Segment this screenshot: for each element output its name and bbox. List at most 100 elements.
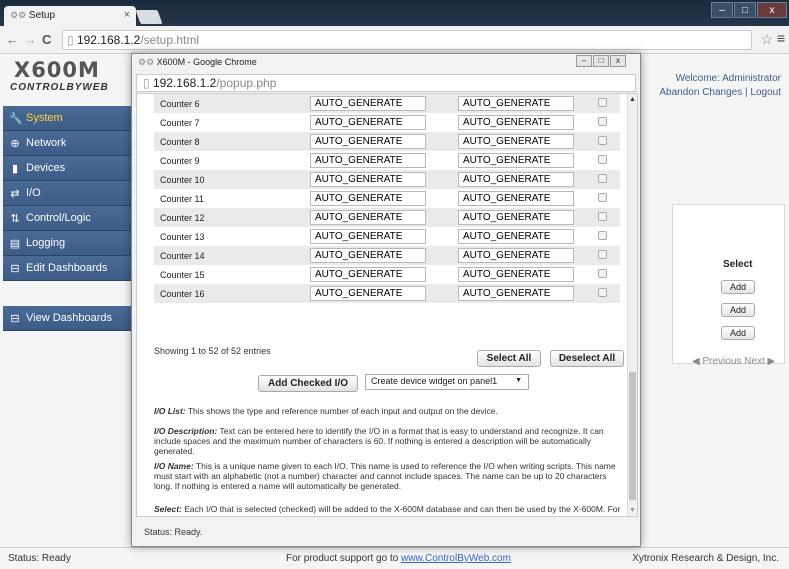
io-description-cell [304, 170, 452, 189]
forward-button[interactable]: → [24, 32, 37, 47]
minimize-button[interactable]: – [711, 2, 733, 18]
maximize-button[interactable]: □ [734, 2, 756, 18]
previous-link[interactable]: Previous [702, 356, 741, 367]
next-link[interactable]: Next [744, 356, 765, 367]
io-description-input[interactable] [310, 210, 426, 225]
select-column-header: Select [723, 259, 753, 270]
scroll-down-icon[interactable]: ▼ [629, 507, 636, 514]
popup-minimize-button[interactable]: – [576, 55, 592, 67]
io-name-cell [452, 94, 592, 113]
scroll-up-icon[interactable]: ▲ [629, 96, 636, 103]
io-name-input[interactable] [458, 267, 574, 282]
io-description-input[interactable] [310, 267, 426, 282]
add-button[interactable]: Add [721, 303, 755, 317]
close-window-button[interactable]: x [757, 2, 787, 18]
select-checkbox[interactable] [598, 212, 607, 221]
io-description-input[interactable] [310, 286, 426, 301]
popup-maximize-button[interactable]: □ [593, 55, 609, 67]
select-checkbox[interactable] [598, 250, 607, 259]
io-description-cell [304, 265, 452, 284]
io-name-cell [452, 246, 592, 265]
select-checkbox[interactable] [598, 155, 607, 164]
table-row: Counter 12 [154, 208, 620, 227]
io-list-cell: Counter 9 [154, 151, 304, 170]
logo-main: X600M [14, 58, 100, 82]
add-button[interactable]: Add [721, 326, 755, 340]
add-checked-io-button[interactable]: Add Checked I/O [258, 375, 358, 392]
io-description-input[interactable] [310, 153, 426, 168]
help-io-name: I/O Name: This is a unique name given to… [154, 461, 624, 491]
popup-close-button[interactable]: x [610, 55, 626, 67]
io-description-input[interactable] [310, 191, 426, 206]
sidebar-item-label: Control/Logic [26, 212, 91, 224]
tab-title: Setup [28, 10, 56, 21]
io-name-input[interactable] [458, 134, 574, 149]
sidebar-item-view-dashboards[interactable]: ⊟ View Dashboards [3, 306, 131, 331]
sidebar-item-label: Network [26, 137, 67, 149]
io-description-input[interactable] [310, 134, 426, 149]
io-name-cell [452, 132, 592, 151]
popup-address-bar[interactable]: ▯ 192.168.1.2/popup.php [136, 74, 636, 92]
select-checkbox[interactable] [598, 231, 607, 240]
sidebar-item-io[interactable]: ⇄ I/O [3, 181, 131, 206]
select-checkbox[interactable] [598, 136, 607, 145]
io-list-name: Counter 8 [160, 136, 200, 147]
help-title: I/O Description: [154, 426, 218, 436]
select-checkbox[interactable] [598, 193, 607, 202]
io-description-input[interactable] [310, 248, 426, 263]
io-name-cell [452, 113, 592, 132]
io-description-input[interactable] [310, 115, 426, 130]
chrome-menu-icon[interactable]: ≡ [777, 30, 785, 46]
sidebar-item-logging[interactable]: ▤ Logging [3, 231, 131, 256]
select-checkbox[interactable] [598, 98, 607, 107]
io-name-input[interactable] [458, 153, 574, 168]
back-button[interactable]: ← [6, 32, 19, 47]
browser-tab[interactable]: ⚙⚙ Setup × [4, 6, 136, 26]
table-row: Counter 7 [154, 113, 620, 132]
deselect-all-button[interactable]: Deselect All [550, 350, 624, 367]
io-name-input[interactable] [458, 96, 574, 111]
popup-scrollbar[interactable]: ▲ ▼ [627, 94, 637, 516]
select-checkbox[interactable] [598, 288, 607, 297]
io-name-input[interactable] [458, 229, 574, 244]
sidebar-item-control-logic[interactable]: ⇅ Control/Logic [3, 206, 131, 231]
tab-close-icon[interactable]: × [124, 9, 130, 21]
sidebar-item-network[interactable]: ⊕ Network [3, 131, 131, 156]
select-cell [592, 151, 620, 170]
sidebar-item-edit-dashboards[interactable]: ⊟ Edit Dashboards [3, 256, 131, 281]
io-name-cell [452, 151, 592, 170]
io-list-cell: Counter 15 [154, 265, 304, 284]
help-text: This is a unique name given to each I/O.… [154, 461, 616, 491]
io-description-input[interactable] [310, 172, 426, 187]
table-row: Counter 10 [154, 170, 620, 189]
io-description-input[interactable] [310, 229, 426, 244]
bookmark-star-icon[interactable]: ☆ [760, 31, 773, 48]
select-checkbox[interactable] [598, 174, 607, 183]
io-name-input[interactable] [458, 248, 574, 263]
help-io-list: I/O List: This shows the type and refere… [154, 406, 624, 416]
select-checkbox[interactable] [598, 117, 607, 126]
select-all-button[interactable]: Select All [477, 350, 541, 367]
io-name-input[interactable] [458, 191, 574, 206]
io-name-input[interactable] [458, 172, 574, 187]
dashboard-icon: ⊟ [10, 262, 20, 275]
scrollbar-thumb[interactable] [629, 372, 636, 500]
help-title: I/O Name: [154, 461, 194, 471]
sidebar-item-devices[interactable]: ▮ Devices [3, 156, 131, 181]
sidebar-item-system[interactable]: 🔧 System [3, 106, 131, 131]
io-name-input[interactable] [458, 115, 574, 130]
io-list-name: Counter 6 [160, 98, 200, 109]
address-bar[interactable]: ▯ 192.168.1.2/setup.html [62, 30, 752, 50]
select-checkbox[interactable] [598, 269, 607, 278]
io-name-input[interactable] [458, 210, 574, 225]
io-description-input[interactable] [310, 96, 426, 111]
io-name-input[interactable] [458, 286, 574, 301]
support-link[interactable]: www.ControlByWeb.com [401, 553, 511, 564]
new-tab-button[interactable] [135, 10, 163, 24]
logout-link[interactable]: Logout [750, 87, 781, 98]
popup-status: Status: Ready. [144, 527, 203, 537]
reload-button[interactable]: C [42, 32, 51, 47]
add-button[interactable]: Add [721, 280, 755, 294]
widget-select[interactable]: Create device widget on panel1 ▼ [365, 374, 529, 390]
abandon-changes-link[interactable]: Abandon Changes [659, 87, 742, 98]
